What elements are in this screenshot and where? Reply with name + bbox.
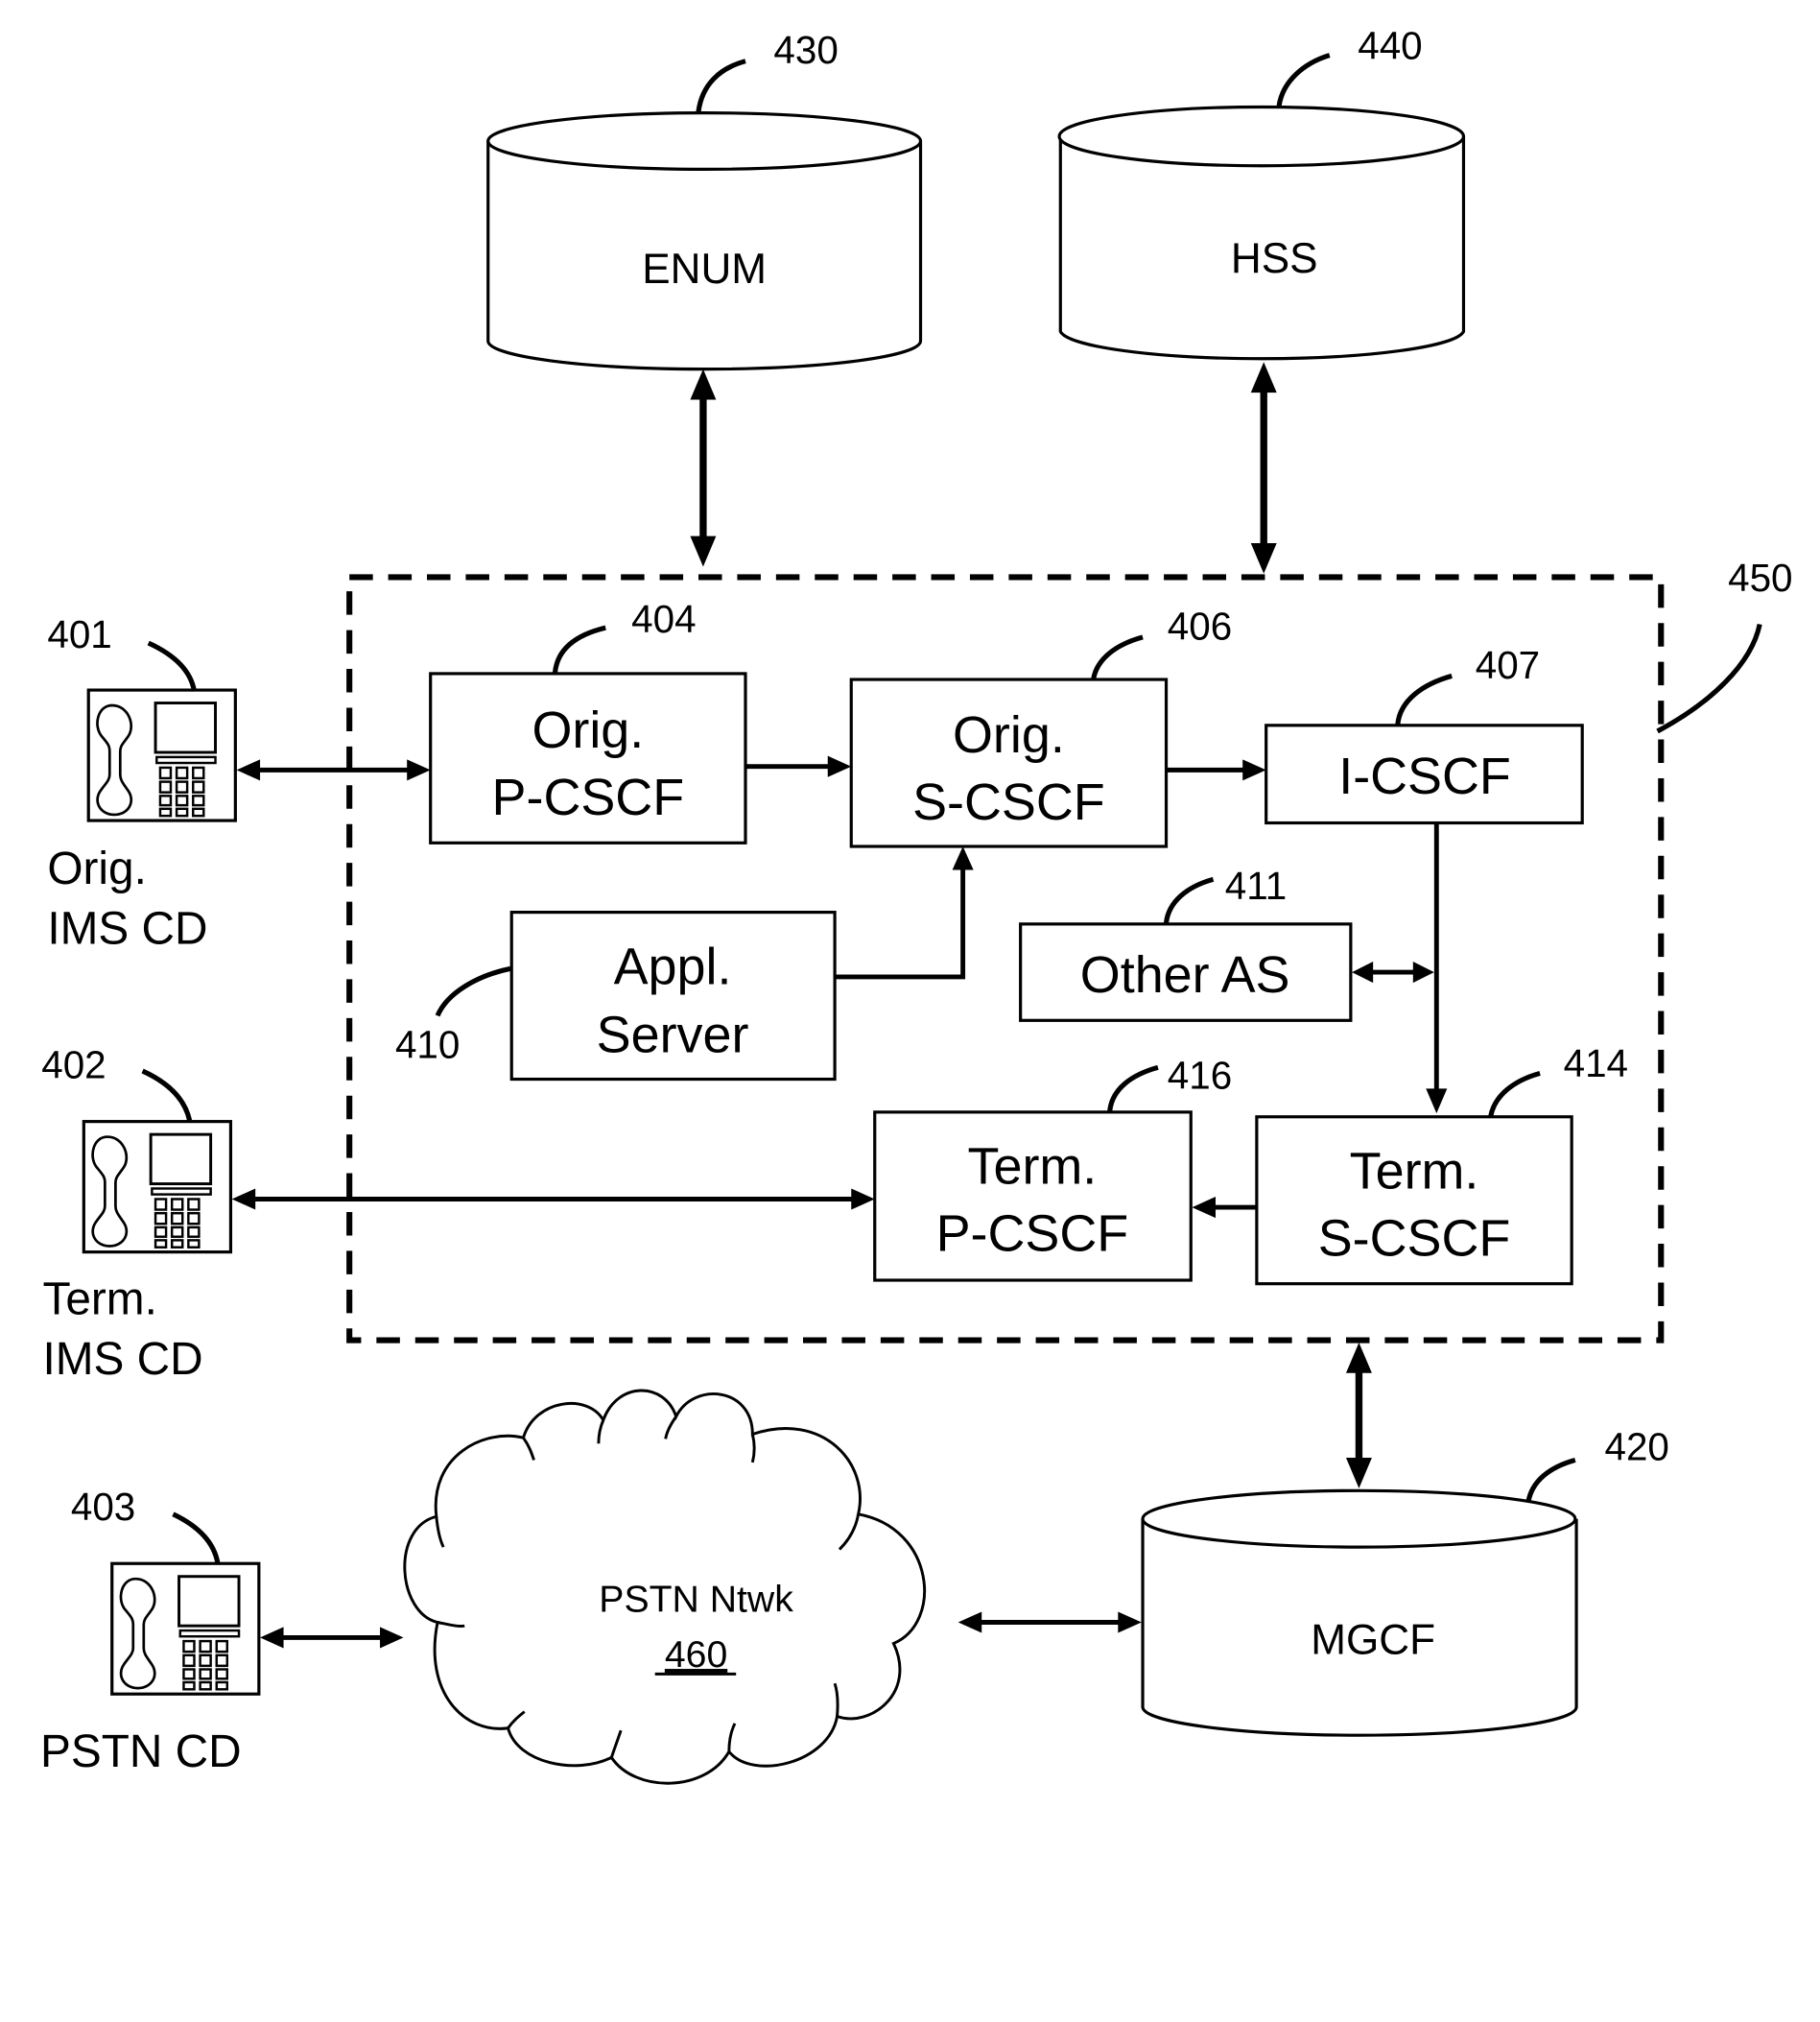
orig-cd-ref: 401 (47, 612, 111, 656)
orig-cd-line1: Orig. (47, 844, 147, 894)
ims-network-ref: 450 (1728, 556, 1792, 600)
orig-scscf-line2: S-CSCF (912, 773, 1105, 831)
term-scscf-line1: Term. (1350, 1142, 1479, 1200)
hss-database: HSS 440 (1057, 23, 1466, 361)
other-as-ref: 411 (1225, 864, 1287, 908)
term-cd-line1: Term. (42, 1274, 156, 1325)
orig-cd-to-pcscf-arrow (236, 759, 431, 781)
orig-cd-line2: IMS CD (47, 904, 207, 955)
icscf-to-term-scscf-arrow (1426, 822, 1448, 1114)
icscf-node: I-CSCF 407 (1265, 643, 1584, 825)
pcscf-to-scscf-arrow (745, 755, 852, 777)
appl-server-line2: Server (597, 1006, 749, 1063)
icscf-label: I-CSCF (1338, 748, 1511, 805)
mgcf-leader (1525, 1457, 1576, 1504)
mgcf-ref: 420 (1604, 1424, 1668, 1468)
enum-ref: 430 (773, 28, 838, 72)
hss-ref: 440 (1358, 23, 1422, 67)
term-scscf-to-pcscf-arrow (1192, 1197, 1257, 1219)
term-pcscf-line2: P-CSCF (936, 1204, 1129, 1262)
pstn-cd: 403 PSTN CD (40, 1485, 261, 1777)
term-pcscf-ref: 416 (1168, 1053, 1232, 1097)
term-scscf-node: Term. S-CSCF 414 (1255, 1041, 1628, 1286)
pstn-cd-to-network-arrow (260, 1627, 404, 1649)
term-scscf-ref: 414 (1564, 1041, 1628, 1085)
term-pcscf-node: Term. P-CSCF 416 (873, 1053, 1232, 1282)
pstn-cd-leader (172, 1511, 221, 1564)
orig-scscf-leader (1091, 634, 1144, 680)
ims-network-diagram: ENUM 430 HSS 440 450 Orig. P-CSCF 404 Or… (40, 23, 1793, 1785)
term-cd-line2: IMS CD (42, 1334, 202, 1385)
term-scscf-leader (1488, 1070, 1541, 1118)
ims-to-mgcf-arrow (1345, 1342, 1372, 1488)
pstn-network-ref: 460 (665, 1634, 727, 1676)
enum-link-arrow (690, 369, 717, 567)
hss-leader (1276, 53, 1331, 107)
orig-scscf-ref: 406 (1168, 604, 1232, 648)
hss-label: HSS (1231, 235, 1318, 282)
other-as-leader (1163, 876, 1215, 924)
appl-server-line1: Appl. (614, 938, 732, 995)
pstn-cd-ref: 403 (71, 1485, 135, 1529)
mgcf-database: MGCF 420 (1141, 1424, 1669, 1737)
orig-pcscf-ref: 404 (631, 597, 696, 641)
term-scscf-line2: S-CSCF (1318, 1209, 1511, 1267)
phone-icon (86, 688, 237, 822)
orig-pcscf-leader (552, 625, 606, 674)
appl-server-node: Appl. Server 410 (395, 911, 837, 1082)
icscf-leader (1395, 673, 1453, 726)
other-as-link-arrow (1352, 962, 1434, 984)
orig-ims-cd: 401 Orig. IMS CD (47, 612, 237, 955)
enum-leader (696, 59, 746, 112)
term-pcscf-leader (1107, 1064, 1159, 1112)
appl-server-leader (435, 965, 511, 1017)
appl-server-to-scscf-arrow (835, 846, 974, 980)
hss-link-arrow (1250, 362, 1277, 574)
orig-pcscf-line1: Orig. (532, 702, 644, 759)
other-as-node: Other AS 411 (1019, 864, 1353, 1022)
term-pcscf-line1: Term. (968, 1138, 1098, 1196)
pstn-network-cloud: PSTN Ntwk 460 (403, 1389, 926, 1785)
appl-server-ref: 410 (395, 1023, 460, 1067)
pstn-network-label: PSTN Ntwk (599, 1579, 793, 1620)
term-pcscf-to-cd-arrow (231, 1188, 875, 1210)
orig-scscf-line1: Orig. (953, 706, 1065, 764)
enum-database: ENUM 430 (486, 28, 923, 371)
orig-scscf-node: Orig. S-CSCF 406 (849, 604, 1232, 848)
other-as-label: Other AS (1080, 946, 1290, 1004)
phone-icon (110, 1561, 261, 1696)
phone-icon (82, 1120, 233, 1254)
term-cd-leader (141, 1068, 193, 1122)
mgcf-label: MGCF (1311, 1617, 1435, 1664)
orig-cd-leader (147, 640, 198, 692)
pstn-cd-label: PSTN CD (40, 1726, 242, 1777)
term-ims-cd: 402 Term. IMS CD (41, 1042, 233, 1385)
network-to-mgcf-arrow (957, 1611, 1142, 1633)
enum-label: ENUM (642, 246, 767, 293)
scscf-to-icscf-arrow (1166, 759, 1266, 781)
ims-network-leader (1656, 623, 1762, 734)
term-cd-ref: 402 (41, 1042, 106, 1086)
orig-pcscf-line2: P-CSCF (492, 769, 685, 826)
orig-pcscf-node: Orig. P-CSCF 404 (429, 597, 747, 844)
icscf-ref: 407 (1476, 643, 1540, 687)
